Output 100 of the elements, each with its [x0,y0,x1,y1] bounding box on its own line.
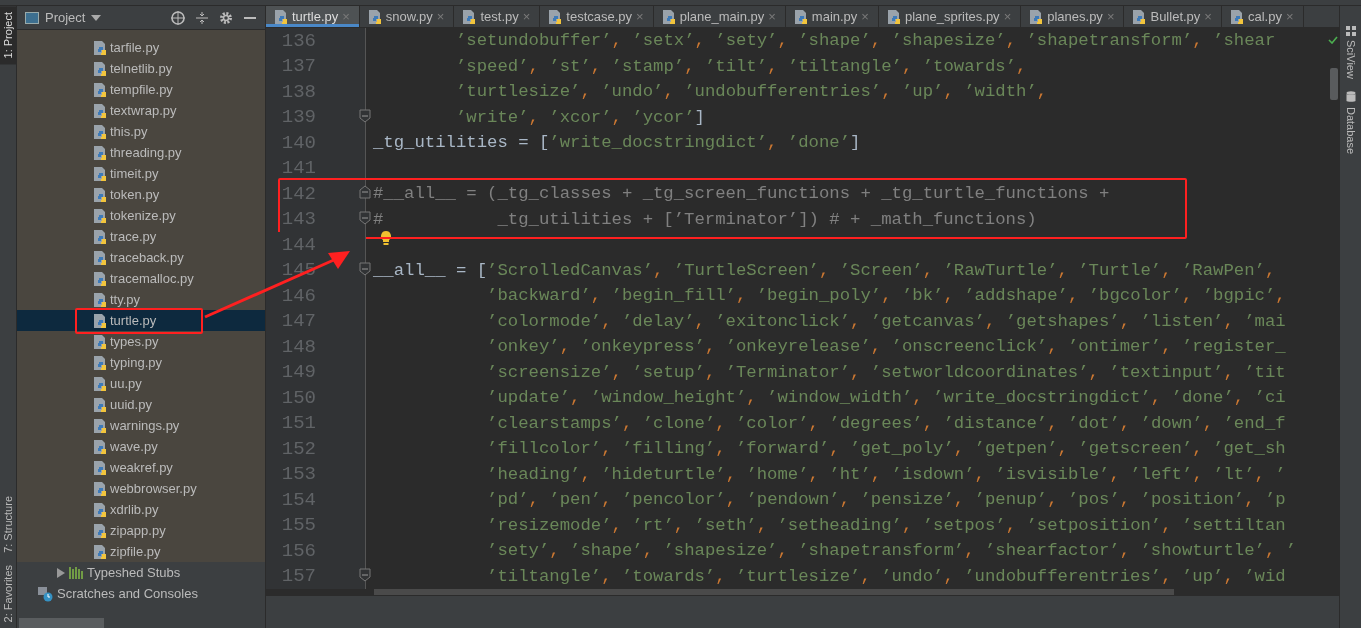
expand-arrow-icon[interactable] [57,567,65,578]
code-line: ’sety’, ’shape’, ’shapesize’, ’shapetransform’, ’shearfactor’, ’showturtle’, ’ [486,541,1297,561]
tree-item[interactable]: timeit.py [17,163,265,184]
fold-icon[interactable] [359,567,371,582]
code-line: _tg_utilities = [’write_docstringdict’, ’done’] [372,133,861,153]
python-file-icon [1229,8,1244,25]
python-file-icon [93,228,107,245]
tree-item[interactable]: textwrap.py [17,100,265,121]
panel-title: Project [45,10,86,25]
python-file-icon [274,8,288,25]
python-file-icon [93,522,107,539]
tree-item[interactable]: webbrowser.py [17,478,265,499]
code-line: ’resizemode’, ’rt’, ’seth’, ’setheading’, ’setpos’, ’setposition’, ’settiltan [486,515,1286,535]
python-file-icon [93,60,107,77]
python-file-icon [93,396,107,413]
grid-icon [1345,26,1356,36]
python-file-icon [93,102,107,119]
code-comment: # _tg_utilities + [’Terminator’]) # + _math_functions) [372,209,1037,229]
horizontal-scrollbar-thumb[interactable] [374,589,1174,595]
python-file-icon [367,8,382,25]
code-line: ’backward’, ’begin_fill’, ’begin_poly’, ’bk’, ’addshape’, ’bgcolor’, ’bgpic’, [486,286,1286,306]
tool-window-tab[interactable]: 1: Project [0,6,16,65]
horizontal-scrollbar-thumb[interactable] [19,618,104,628]
tree-item[interactable]: uu.py [17,373,265,394]
python-file-icon [93,438,107,455]
tree-item[interactable]: xdrlib.py [17,499,265,520]
tree-item[interactable]: Scratches and Consoles [17,583,265,604]
tree-item[interactable]: zipapp.py [17,520,265,541]
code-line: ’colormode’, ’delay’, ’exitonclick’, ’getcanvas’, ’getshapes’, ’listen’, ’mai [486,311,1286,331]
code-line: ’update’, ’window_height’, ’window_width’, ’write_docstringdict’, ’done’, ’ci [486,388,1286,408]
python-file-icon [93,249,107,266]
python-file-icon [93,207,107,224]
python-file-icon [93,417,107,434]
editor-tab[interactable]: turtle.py × [266,6,360,27]
python-file-icon [548,8,563,25]
fold-icon[interactable] [359,108,371,123]
fold-icon[interactable] [359,185,371,200]
python-file-icon [93,312,107,329]
tree-item[interactable]: traceback.py [17,247,265,268]
tree-item[interactable]: tty.py [17,289,265,310]
code-line: ’write’, ’xcor’, ’ycor’] [454,107,705,127]
python-file-icon [93,291,107,308]
crosshair-icon[interactable] [169,8,187,27]
python-file-icon [93,165,107,182]
python-file-icon [93,81,107,98]
tree-item[interactable]: tracemalloc.py [17,268,265,289]
tree-item[interactable]: token.py [17,184,265,205]
code-line: ’heading’, ’hideturtle’, ’home’, ’ht’, ’isdown’, ’isvisible’, ’left’, ’lt’, ’ [486,464,1286,484]
code-line: ’fillcolor’, ’filling’, ’forward’, ’get_poly’, ’getpen’, ’getscreen’, ’get_sh [486,439,1286,459]
tool-window-tab[interactable]: SciView [1344,26,1357,79]
python-file-icon [1132,8,1147,25]
python-file-icon [93,501,107,518]
tree-item[interactable]: threading.py [17,142,265,163]
python-file-icon [661,8,676,25]
fold-icon[interactable] [359,210,371,225]
tree-item[interactable]: Typeshed Stubs [17,562,265,583]
panel-icon [25,11,39,24]
database-icon [1345,90,1356,103]
lightbulb-icon[interactable] [380,229,392,246]
code-line: ’turtlesize’, ’undo’, ’undobufferentries’, ’up’, ’width’, [454,82,1048,102]
tree-item[interactable]: weakref.py [17,457,265,478]
tool-window-tab[interactable]: 2: Favorites [0,558,16,628]
tree-item[interactable]: uuid.py [17,394,265,415]
python-file-icon [93,480,107,497]
tree-item[interactable]: telnetlib.py [17,58,265,79]
tree-item[interactable]: tokenize.py [17,205,265,226]
tool-window-tab[interactable]: 7: Structure [0,489,16,559]
python-file-icon [93,123,107,140]
tree-item[interactable]: wave.py [17,436,265,457]
code-line: ’pd’, ’pen’, ’pencolor’, ’pendown’, ’pensize’, ’penup’, ’pos’, ’position’, ’p [486,490,1286,510]
tree-item[interactable]: tempfile.py [17,79,265,100]
dropdown-caret-icon[interactable] [91,14,102,21]
python-file-icon [793,8,808,25]
tree-item[interactable]: typing.py [17,352,265,373]
fold-icon[interactable] [359,261,371,276]
tree-item[interactable]: types.py [17,331,265,352]
code-line: ’speed’, ’st’, ’stamp’, ’tilt’, ’tiltangle’, ’towards’, [454,56,1027,76]
scrollbar-thumb[interactable] [1330,68,1338,100]
python-file-icon [886,8,901,25]
python-file-icon [93,459,107,476]
python-file-icon [93,39,107,56]
python-file-icon [462,8,477,25]
tree-item[interactable]: zipfile.py [17,541,265,562]
python-file-icon [93,354,107,371]
tree-item[interactable]: trace.py [17,226,265,247]
tree-item[interactable]: turtle.py [17,310,265,331]
code-line: ’onkey’, ’onkeypress’, ’onkeyrelease’, ’onscreenclick’, ’ontimer’, ’register_ [486,337,1286,357]
code-comment: #__all__ = (_tg_classes + _tg_screen_functions + _tg_turtle_functions + [372,184,1110,204]
scratch-clock-icon [37,585,53,602]
check-icon [1328,36,1338,44]
code-line: ’screensize’, ’setup’, ’Terminator’, ’setworldcoordinates’, ’textinput’, ’tit [486,362,1286,382]
tool-window-tab[interactable]: Database [1344,90,1357,155]
python-file-icon [1029,8,1044,25]
code-line: ’clearstamps’, ’clone’, ’color’, ’degrees’, ’distance’, ’dot’, ’down’, ’end_f [486,413,1286,433]
bars-icon [69,566,83,579]
tree-item[interactable]: warnings.py [17,415,265,436]
tree-item[interactable]: tarfile.py [17,37,265,58]
tree-item[interactable]: this.py [17,121,265,142]
python-file-icon [93,375,107,392]
python-file-icon [93,333,107,350]
